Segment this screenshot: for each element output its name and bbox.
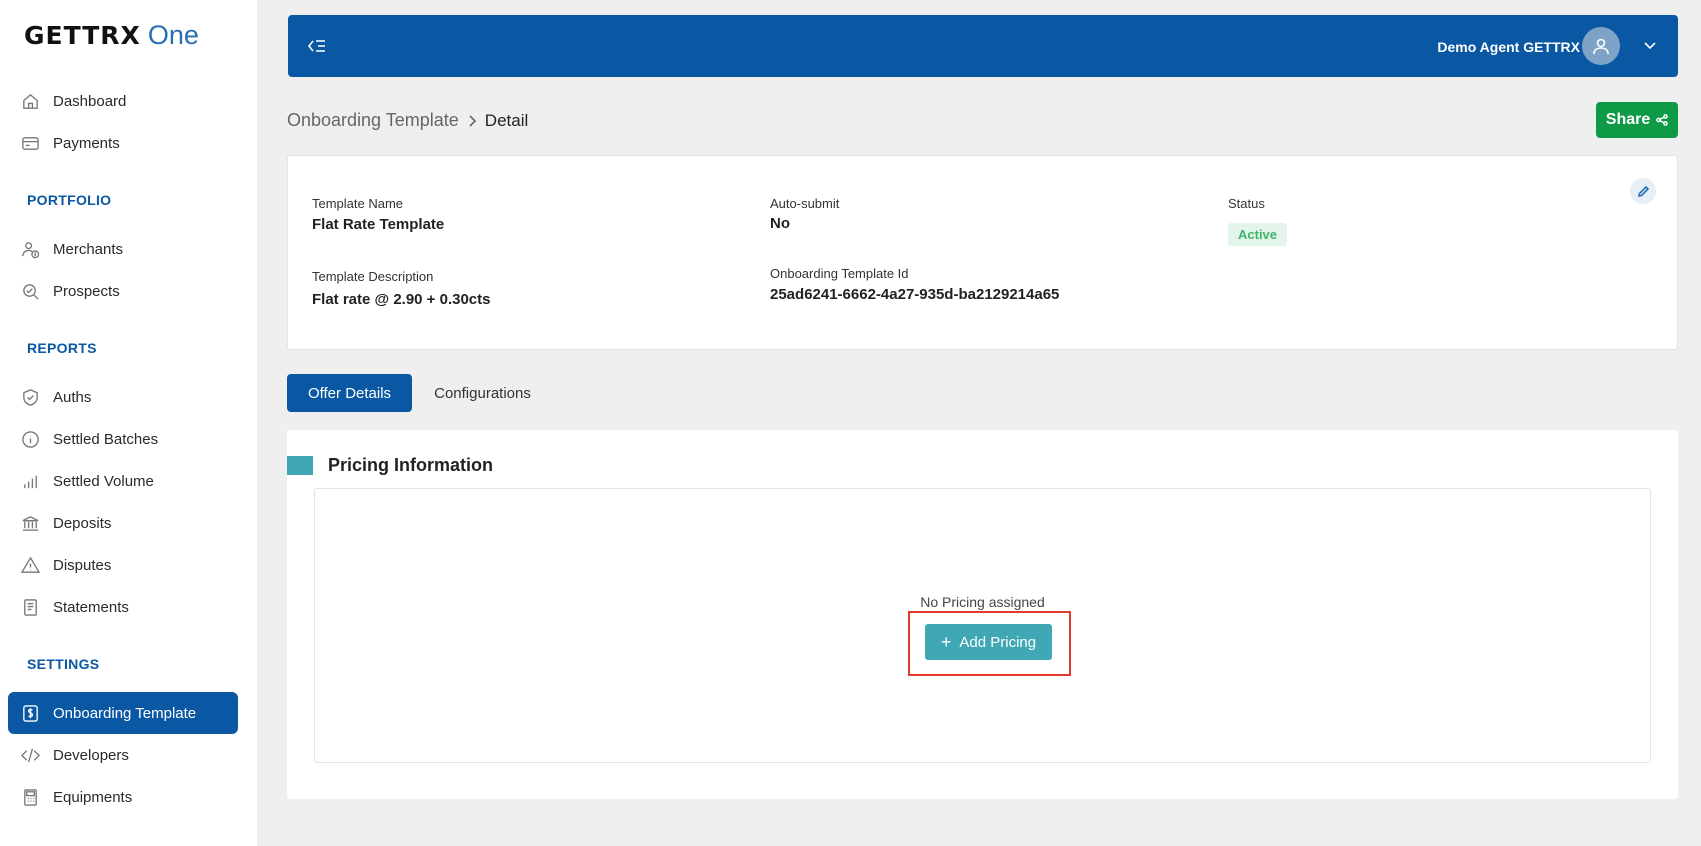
template-description-value: Flat rate @ 2.90 + 0.30cts (312, 291, 491, 308)
tab-configurations[interactable]: Configurations (420, 374, 545, 412)
auto-submit-value: No (770, 215, 790, 232)
sidebar-item-dashboard[interactable]: Dashboard (8, 81, 238, 121)
sidebar-item-statements[interactable]: Statements (8, 587, 238, 627)
sidebar-item-deposits[interactable]: Deposits (8, 503, 238, 543)
sidebar-item-label: Settled Batches (53, 430, 159, 448)
pricing-empty-panel: No Pricing assigned + Add Pricing (314, 488, 1651, 763)
chevron-down-icon (1644, 42, 1656, 50)
breadcrumb: Onboarding Template Detail (287, 110, 528, 131)
sidebar-item-label: Disputes (53, 556, 112, 574)
sidebar-item-onboarding-template[interactable]: Onboarding Template (8, 692, 238, 734)
user-icon (1593, 38, 1609, 55)
share-icon (1656, 114, 1669, 126)
section-title-settings: SETTINGS (27, 656, 100, 672)
share-button[interactable]: Share (1596, 102, 1678, 138)
users-dollar-icon (20, 239, 40, 259)
template-description-label: Template Description (312, 269, 434, 284)
status-label: Status (1228, 196, 1265, 211)
tab-offer-details[interactable]: Offer Details (287, 374, 412, 412)
status-badge: Active (1228, 223, 1288, 246)
dollar-doc-icon (20, 703, 40, 723)
warning-icon (20, 555, 40, 575)
collapse-sidebar-button[interactable] (306, 35, 328, 57)
pricing-information-card: Pricing Information No Pricing assigned … (287, 430, 1678, 799)
pencil-icon (1637, 185, 1649, 197)
share-button-label: Share (1605, 111, 1651, 128)
sidebar: GETTRX One Dashboard Payments PORTFOLIO … (0, 0, 257, 846)
bar-chart-icon (20, 471, 40, 491)
bank-icon (20, 513, 40, 533)
add-pricing-label: Add Pricing (959, 633, 1037, 651)
avatar[interactable] (1582, 27, 1620, 65)
sidebar-item-label: Auths (53, 388, 92, 406)
receipt-icon (20, 597, 40, 617)
breadcrumb-current: Detail (484, 110, 529, 130)
template-id-label: Onboarding Template Id (770, 266, 909, 281)
top-bar: Demo Agent GETTRX (288, 15, 1678, 77)
sidebar-item-label: Developers (53, 746, 129, 764)
sidebar-item-label: Onboarding Template (53, 704, 197, 722)
brand-name: GETTRX (24, 21, 141, 50)
user-name[interactable]: Demo Agent GETTRX (1437, 39, 1580, 55)
brand-suffix: One (147, 20, 199, 50)
search-check-icon (20, 281, 40, 301)
sidebar-item-auths[interactable]: Auths (8, 377, 238, 417)
brand-logo[interactable]: GETTRX One (24, 20, 199, 51)
sidebar-item-settled-batches[interactable]: Settled Batches (8, 419, 238, 459)
menu-collapse-icon (307, 40, 325, 52)
template-name-label: Template Name (312, 196, 404, 211)
sidebar-item-label: Prospects (53, 282, 120, 300)
section-title-reports: REPORTS (27, 340, 97, 356)
sidebar-item-label: Deposits (53, 514, 112, 532)
sidebar-item-disputes[interactable]: Disputes (8, 545, 238, 585)
code-icon (20, 745, 40, 765)
template-name-value: Flat Rate Template (312, 216, 445, 233)
pricing-title: Pricing Information (328, 455, 494, 475)
sidebar-item-label: Dashboard (53, 92, 127, 110)
sidebar-item-label: Payments (53, 134, 120, 152)
user-menu-toggle[interactable] (1642, 37, 1658, 53)
sidebar-item-merchants[interactable]: Merchants (8, 229, 238, 269)
terminal-icon (20, 787, 40, 807)
edit-template-button[interactable] (1630, 178, 1656, 204)
highlight-box: + Add Pricing (908, 611, 1071, 676)
home-icon (20, 91, 40, 111)
sidebar-item-label: Equipments (53, 788, 133, 806)
template-id-value: 25ad6241-6662-4a27-935d-ba2129214a65 (770, 286, 1060, 303)
sidebar-item-developers[interactable]: Developers (8, 735, 238, 775)
section-title-portfolio: PORTFOLIO (27, 192, 112, 208)
breadcrumb-parent-link[interactable]: Onboarding Template (287, 110, 459, 131)
sidebar-item-label: Statements (53, 598, 129, 616)
sidebar-item-label: Merchants (53, 240, 124, 258)
add-pricing-button[interactable]: + Add Pricing (925, 624, 1052, 660)
auto-submit-label: Auto-submit (770, 196, 840, 211)
chevron-right-icon (465, 114, 479, 128)
plus-icon: + (940, 632, 952, 652)
sidebar-item-prospects[interactable]: Prospects (8, 271, 238, 311)
sidebar-item-equipments[interactable]: Equipments (8, 777, 238, 817)
info-circle-icon (20, 429, 40, 449)
sidebar-item-payments[interactable]: Payments (8, 123, 238, 163)
sidebar-item-settled-volume[interactable]: Settled Volume (8, 461, 238, 501)
shield-check-icon (20, 387, 40, 407)
template-info-card: Template Name Flat Rate Template Templat… (287, 155, 1678, 350)
empty-state-text: No Pricing assigned (920, 594, 1045, 610)
section-accent-bar (287, 456, 313, 475)
card-icon (20, 133, 40, 153)
sidebar-item-label: Settled Volume (53, 472, 154, 490)
